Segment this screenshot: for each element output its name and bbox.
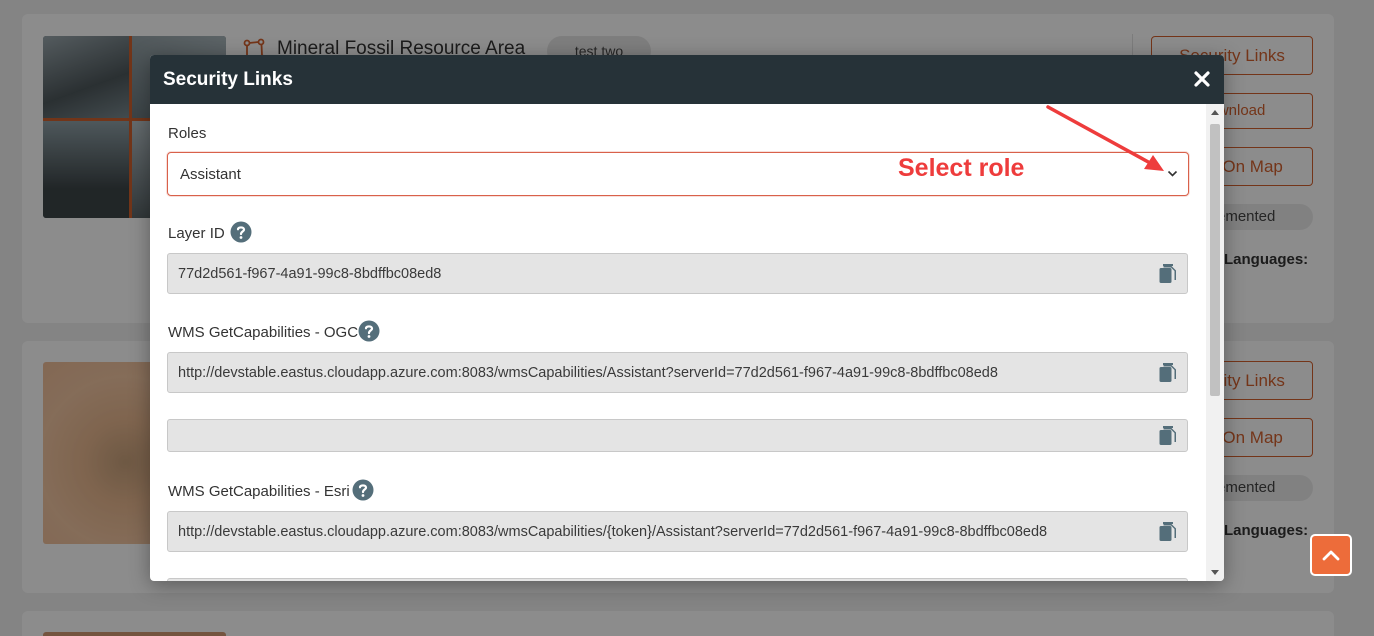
next-link-field[interactable] [167,578,1188,581]
modal-header: Security Links [150,55,1224,104]
close-icon[interactable] [1190,67,1214,91]
wms-ogc-label: WMS GetCapabilities - OGC [168,324,359,341]
layer-id-field[interactable]: 77d2d561-f967-4a91-99c8-8bdffbc08ed8 [167,253,1188,294]
help-icon[interactable] [352,479,374,501]
wms-esri-value[interactable]: http://devstable.eastus.cloudapp.azure.c… [178,524,1047,540]
modal-scrollbar[interactable] [1206,104,1224,581]
chevron-up-icon [1322,550,1340,561]
help-icon[interactable] [230,221,252,243]
scroll-to-top-button[interactable] [1310,534,1352,576]
help-icon[interactable] [358,320,380,342]
copy-icon[interactable] [1157,521,1179,543]
empty-link-field[interactable] [167,419,1188,452]
wms-esri-label: WMS GetCapabilities - Esri [168,483,350,500]
roles-selected-value: Assistant [180,166,241,183]
copy-icon[interactable] [1157,425,1179,447]
annotation-arrow-icon [1046,105,1164,171]
wms-ogc-value[interactable]: http://devstable.eastus.cloudapp.azure.c… [178,365,998,381]
scroll-up-icon[interactable] [1211,110,1219,115]
wms-esri-field[interactable]: http://devstable.eastus.cloudapp.azure.c… [167,511,1188,552]
modal-body: Roles Assistant Layer ID 77d2d561-f967-4… [150,104,1206,581]
scroll-down-icon[interactable] [1211,570,1219,575]
annotation-label: Select role [898,154,1025,182]
modal-title: Security Links [163,69,293,90]
scrollbar-thumb[interactable] [1210,124,1220,396]
layer-id-value[interactable]: 77d2d561-f967-4a91-99c8-8bdffbc08ed8 [178,266,441,282]
copy-icon[interactable] [1157,263,1179,285]
layer-id-label: Layer ID [168,225,225,242]
wms-ogc-field[interactable]: http://devstable.eastus.cloudapp.azure.c… [167,352,1188,393]
roles-label: Roles [168,125,207,142]
copy-icon[interactable] [1157,362,1179,384]
roles-select[interactable]: Assistant [167,152,1189,196]
